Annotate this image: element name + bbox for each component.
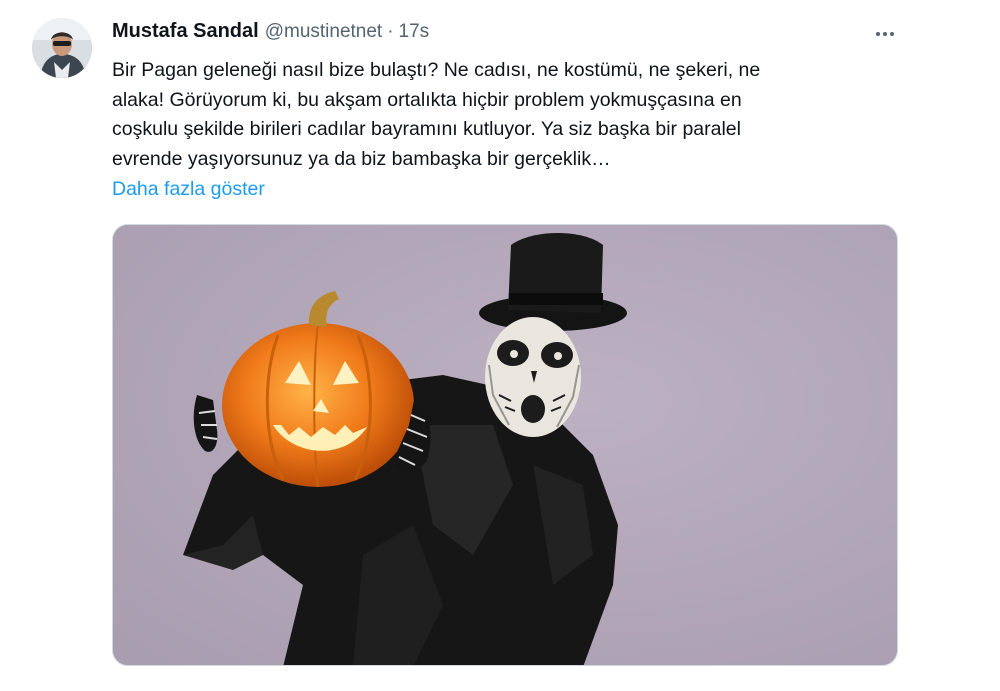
- avatar[interactable]: [32, 18, 92, 78]
- author-display-name[interactable]: Mustafa Sandal: [112, 20, 259, 43]
- more-options-button[interactable]: [868, 20, 902, 48]
- tweet-text-line: coşkulu şekilde birileri cadılar bayramı…: [112, 118, 741, 141]
- separator-dot: ·: [387, 21, 394, 42]
- tweet-text: Bir Pagan geleneği nasıl bize bulaştı? N…: [112, 56, 902, 174]
- tweet[interactable]: Mustafa Sandal @mustinetnet · 17s Bir Pa…: [0, 0, 1000, 691]
- tweet-text-line: Bir Pagan geleneği nasıl bize bulaştı? N…: [112, 59, 761, 81]
- tweet-media-image[interactable]: [112, 224, 898, 666]
- tweet-header: Mustafa Sandal @mustinetnet · 17s: [112, 20, 429, 46]
- tweet-text-line: evrende yaşıyorsunuz ya da biz bambaşka …: [112, 147, 611, 170]
- author-handle[interactable]: @mustinetnet: [265, 21, 383, 43]
- tweet-text-line: alaka! Görüyorum ki, bu akşam ortalıkta …: [112, 88, 742, 111]
- more-horizontal-icon: [876, 32, 894, 36]
- tweet-timestamp[interactable]: 17s: [399, 21, 430, 43]
- show-more-link[interactable]: Daha fazla göster: [112, 175, 265, 204]
- halloween-photo: [113, 225, 897, 665]
